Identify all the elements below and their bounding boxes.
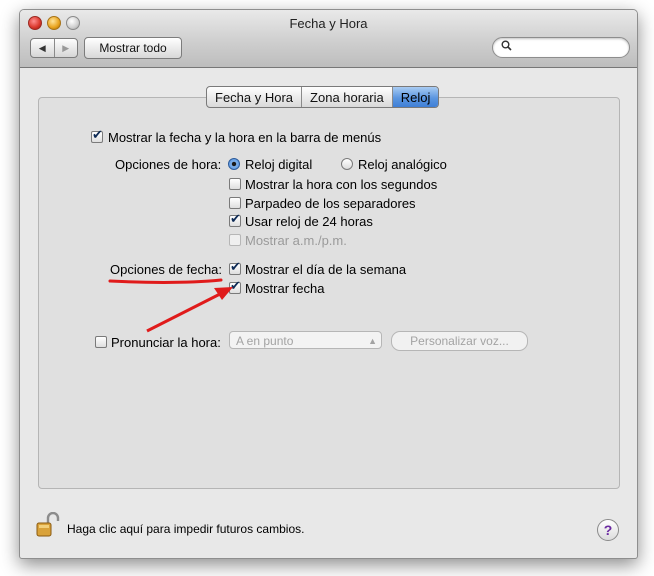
lock-icon[interactable] [36,511,60,538]
customize-voice-button[interactable]: Personalizar voz... [391,331,528,351]
chevron-updown-icon: ▲ [368,336,377,346]
show-in-menubar-label: Mostrar la fecha y la hora en la barra d… [108,130,382,145]
show-weekday-checkbox[interactable] [229,260,241,275]
show-all-button[interactable]: Mostrar todo [84,37,182,59]
search-field-container [492,37,630,58]
window-title: Fecha y Hora [289,16,368,31]
date-options-label: Opciones de fecha: [110,262,223,277]
search-input[interactable] [515,40,624,56]
analog-clock-label: Reloj analógico [358,157,447,172]
help-icon[interactable]: ? [597,519,619,541]
preference-tabs: Fecha y Hora Zona horaria Reloj [206,86,440,108]
show-seconds-label: Mostrar la hora con los segundos [245,177,438,192]
announce-interval-value: A en punto [236,334,294,348]
digital-clock-label: Reloj digital [245,157,313,172]
digital-clock-radio[interactable] [228,158,240,170]
clock-settings-panel [38,97,620,489]
blink-separators-label: Parpadeo de los separadores [245,196,416,211]
back-forward-control: ◀ ▶ [30,38,78,58]
show-ampm-label: Mostrar a.m./p.m. [245,233,347,248]
blink-separators-checkbox[interactable] [229,197,241,209]
forward-arrow-icon[interactable]: ▶ [53,39,78,57]
show-seconds-checkbox[interactable] [229,178,241,190]
show-date-label: Mostrar fecha [245,281,325,296]
time-options-label: Opciones de hora: [115,157,222,172]
lock-message: Haga clic aquí para impedir futuros camb… [67,522,305,536]
analog-clock-radio[interactable] [341,158,353,170]
search-icon [501,40,512,54]
use-24h-checkbox[interactable] [229,212,241,227]
preferences-window: Fecha y Hora ◀ ▶ Mostrar todo Fecha y Ho… [19,9,638,559]
show-weekday-label: Mostrar el día de la semana [245,262,407,277]
show-date-checkbox[interactable] [229,279,241,294]
use-24h-label: Usar reloj de 24 horas [245,214,373,229]
announce-time-checkbox[interactable] [95,336,107,348]
announce-interval-select[interactable]: A en punto ▲ [229,331,382,349]
tab-zona-horaria[interactable]: Zona horaria [301,87,392,107]
title-bar: Fecha y Hora ◀ ▶ Mostrar todo [20,10,637,68]
show-ampm-checkbox[interactable] [229,234,241,246]
announce-time-label: Pronunciar la hora: [111,335,221,350]
show-in-menubar-checkbox[interactable] [91,128,103,143]
tab-fecha-y-hora[interactable]: Fecha y Hora [207,87,301,107]
back-arrow-icon[interactable]: ◀ [31,39,54,57]
tab-reloj[interactable]: Reloj [391,87,439,107]
